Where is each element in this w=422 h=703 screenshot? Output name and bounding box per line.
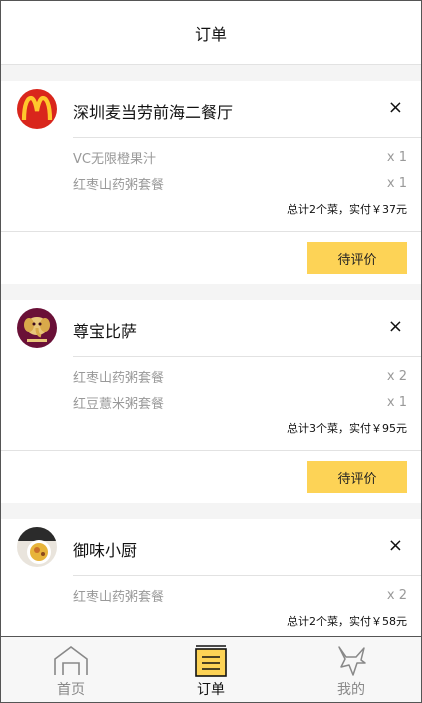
tab-orders[interactable]: 订单: [141, 637, 281, 702]
list-item: 红枣山药粥套餐 x 2: [73, 583, 407, 607]
order-action-row: 待评价: [1, 450, 421, 503]
order-summary: 总计3个菜，实付￥95元: [287, 422, 407, 435]
item-name: 红枣山药粥套餐: [73, 370, 165, 386]
shop-header[interactable]: 御味小厨 ×: [1, 519, 421, 576]
shop-name: 尊宝比萨: [73, 322, 138, 341]
item-name: 红豆薏米粥套餐: [73, 396, 165, 412]
item-name: 红枣山药粥套餐: [73, 589, 165, 605]
shop-name: 御味小厨: [73, 541, 138, 560]
order-summary: 总计2个菜，实付￥58元: [287, 615, 407, 628]
item-qty: x 1: [386, 149, 407, 165]
order-summary: 总计2个菜，实付￥37元: [287, 203, 407, 216]
mcdonalds-logo: [17, 89, 57, 129]
page-title: 订单: [194, 24, 227, 44]
bottom-tab-bar: 首页 订单 我的: [1, 636, 421, 702]
item-name: VC无限橙果汁: [73, 151, 156, 167]
shop-header[interactable]: 尊宝比萨 ×: [1, 300, 421, 357]
profile-icon: [338, 646, 366, 676]
tab-profile[interactable]: 我的: [281, 637, 421, 702]
divider: [73, 137, 421, 138]
shop-header[interactable]: 深圳麦当劳前海二餐厅 ×: [1, 81, 421, 138]
order-card: 深圳麦当劳前海二餐厅 × VC无限橙果汁 x 1 红枣山药粥套餐 x 1 总计2…: [1, 81, 421, 231]
tab-label: 订单: [197, 682, 225, 698]
item-qty: x 2: [386, 587, 407, 603]
close-icon[interactable]: ×: [388, 535, 403, 556]
zunbao-pizza-logo: [17, 308, 57, 348]
list-item: 红枣山药粥套餐 x 1: [73, 171, 407, 195]
order-action-row: 待评价: [1, 231, 421, 284]
review-button[interactable]: 待评价: [307, 461, 407, 493]
order-icon: [195, 645, 227, 677]
shop-name: 深圳麦当劳前海二餐厅: [73, 103, 234, 122]
yuwei-kitchen-logo: [17, 527, 57, 567]
item-qty: x 1: [386, 175, 407, 191]
item-qty: x 1: [386, 394, 407, 410]
review-button[interactable]: 待评价: [307, 242, 407, 274]
close-icon[interactable]: ×: [388, 316, 403, 337]
item-qty: x 2: [386, 368, 407, 384]
divider: [73, 575, 421, 576]
order-card: 尊宝比萨 × 红枣山药粥套餐 x 2 红豆薏米粥套餐 x 1 总计3个菜，实付￥…: [1, 300, 421, 450]
item-name: 红枣山药粥套餐: [73, 177, 165, 193]
close-icon[interactable]: ×: [388, 97, 403, 118]
tab-label: 我的: [337, 682, 365, 698]
list-item: 红豆薏米粥套餐 x 1: [73, 390, 407, 414]
app-frame: 订单 深圳麦当劳前海二餐厅 × VC无限橙果汁 x 1 红枣山药粥套餐 x 1 …: [0, 0, 422, 703]
tab-label: 首页: [57, 682, 85, 698]
page-header: 订单: [1, 1, 421, 65]
list-item: VC无限橙果汁 x 1: [73, 145, 407, 169]
list-item: 红枣山药粥套餐 x 2: [73, 364, 407, 388]
tab-home[interactable]: 首页: [1, 637, 141, 702]
home-icon: [54, 646, 88, 675]
order-card: 御味小厨 × 红枣山药粥套餐 x 2 总计2个菜，实付￥58元: [1, 519, 421, 637]
divider: [73, 356, 421, 357]
